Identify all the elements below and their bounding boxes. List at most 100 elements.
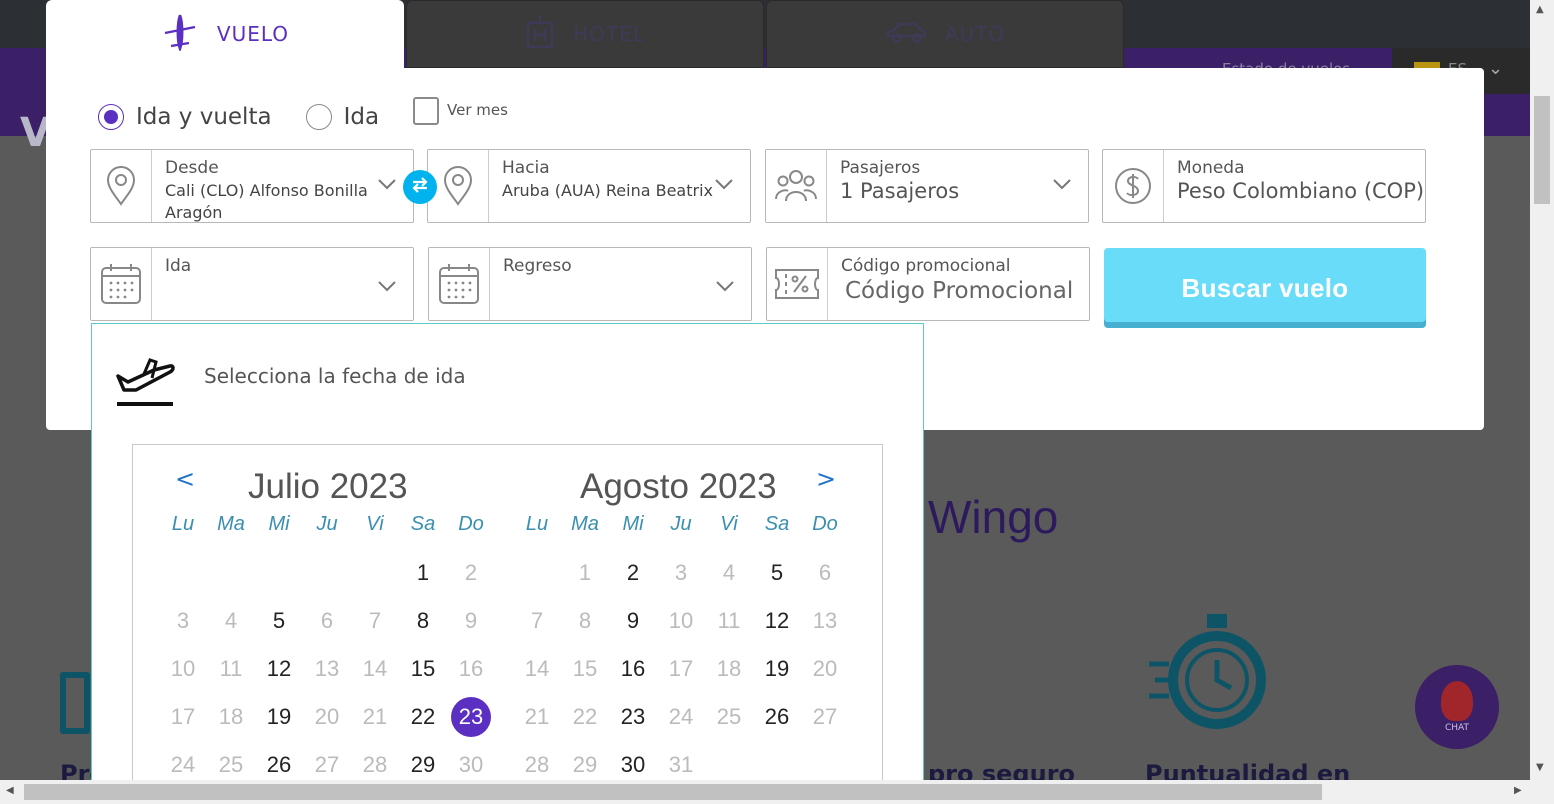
round-trip-label[interactable]: Ida y vuelta <box>136 104 272 130</box>
date-cell: 14 <box>524 656 550 681</box>
date-cell: 3 <box>674 560 688 585</box>
origin-value-line2: Aragón <box>165 203 223 222</box>
date-cell[interactable]: 23 <box>609 693 657 741</box>
month-grid: Lu Ma Mi Ju Vi Sa Do 1 2 3 4 5 6 7 8 9 10 11 12 13 14 15 16 17 1… <box>513 513 849 789</box>
scrollbar-corner <box>1530 780 1554 804</box>
tab-car[interactable]: AUTO <box>766 0 1124 68</box>
prev-month-button[interactable]: < <box>175 465 195 493</box>
selected-date-cell[interactable]: 23 <box>447 693 495 741</box>
chat-button[interactable]: CHAT <box>1415 665 1499 749</box>
date-cell[interactable]: 19 <box>753 645 801 693</box>
people-icon <box>766 150 827 222</box>
passengers-field[interactable]: Pasajeros 1 Pasajeros <box>765 149 1089 223</box>
departure-datepicker: Selecciona la fecha de ida < Julio 2023 … <box>91 323 924 804</box>
date-cell: 18 <box>218 704 244 729</box>
scroll-left-icon[interactable]: ◀ <box>6 785 14 796</box>
one-way-radio[interactable] <box>305 104 332 130</box>
chevron-down-icon: ⌄ <box>1488 58 1504 79</box>
scroll-right-icon[interactable]: ▶ <box>1514 785 1522 796</box>
weekday-header: Lu <box>171 513 195 535</box>
chevron-down-icon <box>715 278 735 297</box>
date-cell[interactable]: 1 <box>399 549 447 597</box>
departure-date-field[interactable]: Ida <box>90 247 414 321</box>
passengers-label: Pasajeros <box>840 158 921 178</box>
scrollbar-thumb[interactable] <box>1534 96 1550 204</box>
date-cell: 6 <box>818 560 832 585</box>
swap-arrows-icon <box>409 174 431 200</box>
weekday-header: Ma <box>571 513 599 535</box>
date-cell: 8 <box>578 608 592 633</box>
currency-field[interactable]: Moneda Peso Colombiano (COP) <box>1102 149 1426 223</box>
coupon-icon <box>767 248 828 320</box>
vertical-scrollbar[interactable]: ▲ ▼ <box>1530 0 1554 780</box>
round-trip-radio[interactable] <box>98 104 124 130</box>
date-cell[interactable]: 19 <box>255 693 303 741</box>
return-date-field[interactable]: Regreso <box>428 247 752 321</box>
origin-label: Desde <box>165 158 219 178</box>
stopwatch-icon <box>1145 608 1269 736</box>
takeoff-icon <box>114 354 176 410</box>
horizontal-scrollbar[interactable]: ◀ ▶ <box>0 780 1530 804</box>
calendar-icon <box>91 248 152 320</box>
destination-value: Aruba (AUA) Reina Beatrix <box>502 181 713 200</box>
departure-date-label: Ida <box>165 256 192 276</box>
chevron-down-icon <box>1052 176 1072 195</box>
date-cell[interactable]: 26 <box>753 693 801 741</box>
date-cell[interactable]: 5 <box>255 597 303 645</box>
date-cell: 20 <box>812 656 838 681</box>
date-cell[interactable]: 22 <box>399 693 447 741</box>
tab-hotel[interactable]: HOTEL <box>406 0 764 68</box>
calendar: < Julio 2023 Agosto 2023 > Lu Ma Mi Ju Vi Sa D… <box>132 444 883 804</box>
date-cell[interactable]: 15 <box>399 645 447 693</box>
date-cell[interactable]: 2 <box>609 549 657 597</box>
location-pin-icon <box>428 150 489 222</box>
weekday-header: Ma <box>217 513 245 535</box>
dollar-icon <box>1103 150 1164 222</box>
date-cell[interactable]: 12 <box>255 645 303 693</box>
date-cell: 1 <box>578 560 592 585</box>
swap-route-button[interactable] <box>403 170 437 204</box>
month-title: Julio 2023 <box>248 467 408 506</box>
origin-field[interactable]: Desde Cali (CLO) Alfonso Bonilla Aragón <box>90 149 414 223</box>
date-cell: 21 <box>362 704 388 729</box>
date-cell: 10 <box>668 608 694 633</box>
date-cell[interactable]: 9 <box>609 597 657 645</box>
promo-code-field[interactable]: Código promocional Código Promocional <box>766 247 1090 321</box>
one-way-label[interactable]: Ida <box>344 104 379 130</box>
date-cell: 3 <box>176 608 190 633</box>
weekday-header: Do <box>458 513 484 535</box>
date-cell: 10 <box>170 656 196 681</box>
date-cell: 7 <box>530 608 544 633</box>
search-flight-button[interactable]: Buscar vuelo <box>1104 248 1426 328</box>
scroll-up-icon[interactable]: ▲ <box>1536 4 1544 15</box>
date-cell[interactable]: 8 <box>399 597 447 645</box>
promo-code-label: Código promocional <box>841 256 1011 276</box>
empty-cell <box>351 549 399 597</box>
date-cell[interactable]: 16 <box>609 645 657 693</box>
date-cell: 6 <box>320 608 334 633</box>
date-cell: 7 <box>368 608 382 633</box>
empty-cell <box>255 549 303 597</box>
date-cell: 13 <box>812 608 838 633</box>
weekday-header: Vi <box>366 513 384 535</box>
car-icon <box>885 20 927 49</box>
scroll-down-icon[interactable]: ▼ <box>1536 762 1544 773</box>
hotel-icon <box>525 15 555 54</box>
date-cell: 4 <box>722 560 736 585</box>
tab-hotel-label: HOTEL <box>573 22 645 46</box>
view-month-label[interactable]: Ver mes <box>447 101 508 119</box>
location-pin-icon <box>91 150 152 222</box>
weekday-header: Do <box>812 513 838 535</box>
date-cell[interactable]: 12 <box>753 597 801 645</box>
view-month-checkbox[interactable] <box>413 97 440 125</box>
destination-field[interactable]: Hacia Aruba (AUA) Reina Beatrix <box>427 149 751 223</box>
promo-code-input[interactable]: Código Promocional <box>845 280 1073 303</box>
date-cell[interactable]: 5 <box>753 549 801 597</box>
empty-cell <box>159 549 207 597</box>
date-cell: 21 <box>524 704 550 729</box>
brand-heading: Wingo <box>928 491 1059 543</box>
next-month-button[interactable]: > <box>816 465 836 493</box>
tab-flight[interactable]: VUELO <box>46 0 404 68</box>
date-cell: 16 <box>458 656 484 681</box>
scrollbar-thumb[interactable] <box>24 784 1322 800</box>
